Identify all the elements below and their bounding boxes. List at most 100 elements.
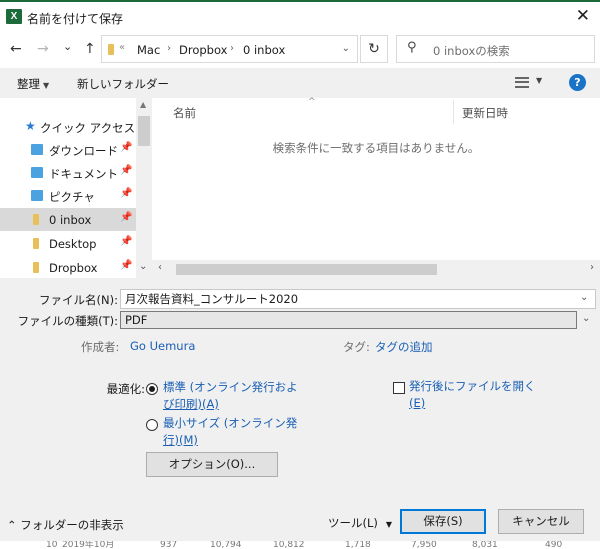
breadcrumb-dropbox[interactable]: Dropbox: [179, 43, 227, 57]
nav-item-label: Dropbox: [49, 261, 98, 275]
horizontal-scrollbar[interactable]: ‹ ›: [152, 260, 600, 278]
nav-item-pictures[interactable]: ピクチャ 📌: [0, 184, 136, 207]
pin-icon: 📌: [120, 212, 133, 223]
search-placeholder: 0 inboxの検索: [433, 44, 510, 58]
bg-cell: 10,812: [273, 541, 305, 549]
filetype-label: ファイルの種類(T):: [17, 314, 118, 328]
pin-icon: 📌: [120, 188, 133, 199]
options-button[interactable]: オプション(O)...: [146, 452, 278, 477]
chevron-down-icon[interactable]: ⌄: [580, 292, 588, 303]
column-header-name[interactable]: 名前: [173, 105, 196, 121]
navigation-pane: ★ クイック アクセス ダウンロード 📌 ドキュメント 📌 ピクチャ 📌 0 i…: [0, 98, 152, 278]
nav-item-dropbox[interactable]: Dropbox 📌: [0, 256, 136, 278]
tools-label: ツール(L): [328, 516, 378, 530]
empty-message: 検索条件に一致する項目はありません。: [272, 141, 480, 155]
save-button[interactable]: 保存(S): [400, 509, 486, 534]
documents-folder-icon: [31, 167, 43, 178]
scrollbar-thumb[interactable]: [176, 264, 437, 275]
filetype-select[interactable]: PDF: [120, 311, 577, 329]
scroll-left-icon[interactable]: ‹: [158, 262, 162, 273]
save-as-dialog: X 名前を付けて保存 ✕ ← → ⌄ ↑ « Mac › Dropbox › 0…: [0, 0, 600, 549]
option-standard-line2: び印刷)(A): [163, 397, 219, 411]
caret-down-icon[interactable]: ▼: [536, 76, 542, 85]
close-button[interactable]: ✕: [576, 6, 590, 26]
folder-icon: [33, 238, 39, 249]
open-after-line2: (E): [409, 396, 426, 410]
nav-item-label: ダウンロード: [49, 144, 118, 158]
address-row: ← → ⌄ ↑ « Mac › Dropbox › 0 inbox ⌄ ↻ ⚲ …: [0, 32, 600, 68]
scrollbar-thumb[interactable]: [138, 116, 150, 146]
pin-icon: 📌: [120, 165, 133, 176]
view-options-icon[interactable]: [515, 77, 529, 88]
hide-folders-button[interactable]: ⌃ フォルダーの非表示: [7, 517, 124, 533]
nav-item-label: Desktop: [49, 237, 97, 251]
open-after-publish-checkbox[interactable]: [393, 382, 405, 394]
recent-locations-icon[interactable]: ⌄: [63, 40, 72, 53]
caret-down-icon: ▼: [43, 81, 50, 90]
bg-cell: 10: [46, 541, 58, 549]
open-after-publish-label[interactable]: 発行後にファイルを開く (E): [409, 378, 536, 412]
scroll-down-icon[interactable]: ⌄: [139, 261, 147, 272]
refresh-icon[interactable]: ↻: [360, 35, 388, 63]
bg-cell: 2019年10月: [62, 541, 115, 549]
option-minimum-label[interactable]: 最小サイズ (オンライン発 行)(M): [163, 415, 297, 449]
background-spreadsheet-row: 10 2019年10月 937 10,794 10,812 1,718 7,95…: [0, 541, 600, 549]
chevron-up-icon: ⌃: [7, 518, 17, 532]
excel-app-icon: X: [6, 9, 22, 24]
breadcrumb-0-inbox[interactable]: 0 inbox: [243, 43, 285, 57]
title-bar: X 名前を付けて保存 ✕: [0, 2, 600, 32]
organize-button[interactable]: 整理 ▼: [17, 76, 49, 92]
bg-cell: 1,718: [345, 541, 371, 549]
bg-cell: 937: [160, 541, 178, 549]
scroll-right-icon[interactable]: ›: [590, 262, 594, 273]
overflow-icon[interactable]: «: [119, 42, 125, 53]
nav-item-downloads[interactable]: ダウンロード 📌: [0, 138, 136, 161]
option-standard-line1: 標準 (オンライン発行およ: [163, 380, 298, 394]
bg-cell: 10,794: [210, 541, 242, 549]
chevron-down-icon[interactable]: ⌄: [342, 43, 350, 54]
nav-quick-access[interactable]: ★ クイック アクセス: [0, 115, 136, 138]
nav-scrollbar[interactable]: ▲ ⌄: [136, 98, 152, 278]
column-header-modified[interactable]: 更新日時: [462, 105, 508, 121]
search-field[interactable]: ⚲ 0 inboxの検索: [396, 35, 595, 63]
nav-item-label: クイック アクセス: [40, 121, 136, 135]
radio-standard[interactable]: [146, 383, 158, 395]
nav-item-documents[interactable]: ドキュメント 📌: [0, 161, 136, 184]
radio-minimum-size[interactable]: [146, 419, 158, 431]
pin-icon: 📌: [120, 142, 133, 153]
nav-item-desktop[interactable]: Desktop 📌: [0, 232, 136, 255]
scroll-up-icon[interactable]: ▲: [140, 100, 146, 109]
back-arrow-icon[interactable]: ←: [10, 41, 22, 57]
folder-icon: [33, 214, 39, 225]
folder-icon: [108, 44, 114, 55]
option-standard-label[interactable]: 標準 (オンライン発行およ び印刷)(A): [163, 379, 298, 413]
tags-field[interactable]: タグの追加: [375, 339, 433, 355]
organize-label: 整理: [17, 77, 40, 91]
column-divider[interactable]: [453, 100, 454, 124]
help-icon[interactable]: ?: [569, 74, 586, 91]
nav-item-0-inbox[interactable]: 0 inbox 📌: [0, 208, 136, 231]
up-arrow-icon[interactable]: ↑: [84, 41, 96, 57]
caret-down-icon: ▼: [385, 520, 393, 529]
folder-icon: [33, 262, 39, 273]
chevron-down-icon[interactable]: ⌄: [582, 313, 590, 324]
tools-button[interactable]: ツール(L) ▼: [328, 515, 392, 531]
chevron-right-icon[interactable]: ›: [230, 43, 234, 54]
breadcrumb-mac[interactable]: Mac: [137, 43, 160, 57]
bg-cell: 8,031: [472, 541, 498, 549]
address-bar[interactable]: « Mac › Dropbox › 0 inbox ⌄: [101, 35, 358, 63]
option-minimum-line1: 最小サイズ (オンライン発: [163, 416, 298, 430]
open-after-line1: 発行後にファイルを開く: [409, 379, 536, 393]
sort-indicator-icon: ^: [308, 97, 316, 107]
new-folder-button[interactable]: 新しいフォルダー: [77, 76, 169, 92]
option-minimum-line2: 行)(M): [163, 433, 198, 447]
cancel-button[interactable]: キャンセル: [498, 509, 584, 534]
pin-icon: 📌: [120, 260, 133, 271]
author-field[interactable]: Go Uemura: [130, 339, 195, 353]
filename-input[interactable]: [120, 289, 596, 309]
pictures-folder-icon: [31, 190, 43, 201]
author-label: 作成者:: [81, 340, 120, 354]
bg-cell: 490: [545, 541, 563, 549]
forward-arrow-icon[interactable]: →: [37, 41, 49, 57]
chevron-right-icon[interactable]: ›: [167, 43, 171, 54]
